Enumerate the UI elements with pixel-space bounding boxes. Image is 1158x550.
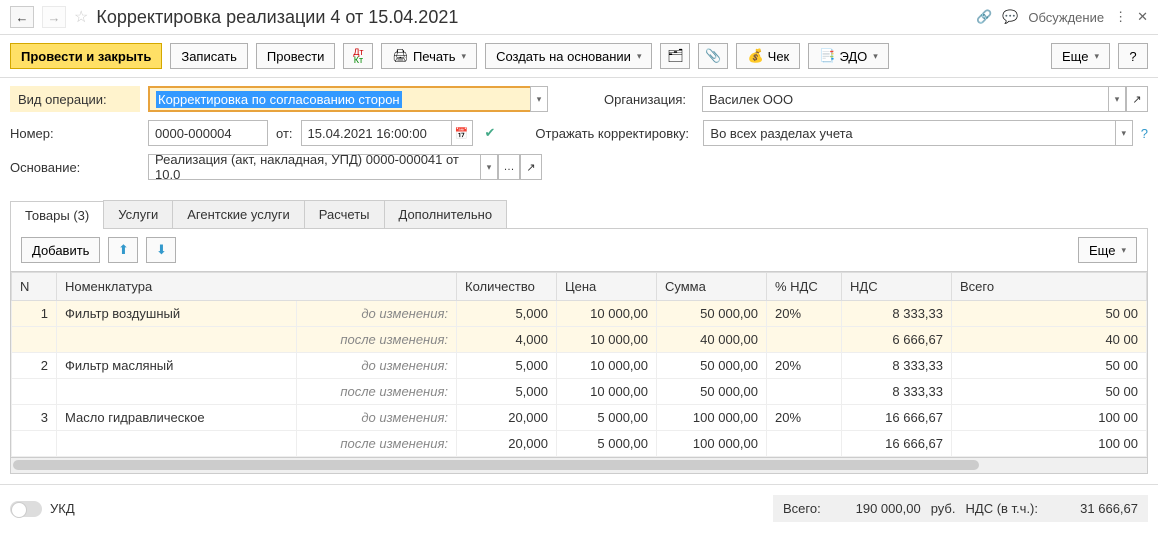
ukd-label: УКД: [50, 501, 75, 516]
more-menu-icon[interactable]: ⋮: [1114, 9, 1127, 25]
print-button[interactable]: 🖨 Печать ▾: [381, 43, 477, 69]
currency-label: руб.: [931, 501, 956, 516]
org-field[interactable]: Василек ООО: [702, 86, 1108, 112]
related-button[interactable]: 🗂: [660, 43, 690, 69]
status-ok-icon: ✔: [485, 125, 496, 141]
table-more-button[interactable]: Еще ▾: [1078, 237, 1137, 263]
col-qty[interactable]: Количество: [457, 273, 557, 301]
discuss-link[interactable]: Обсуждение: [1028, 10, 1104, 25]
tab-services[interactable]: Услуги: [103, 200, 173, 228]
col-n[interactable]: N: [12, 273, 57, 301]
favorite-star-icon[interactable]: ☆: [74, 7, 88, 27]
reflect-label: Отражать корректировку:: [535, 126, 695, 141]
date-field[interactable]: 15.04.2021 16:00:00: [301, 120, 451, 146]
from-label: от:: [276, 126, 293, 141]
page-title: Корректировка реализации 4 от 15.04.2021: [96, 7, 968, 28]
post-button[interactable]: Провести: [256, 43, 336, 69]
table-row[interactable]: после изменения:4,00010 000,0040 000,006…: [12, 327, 1147, 353]
tab-extra[interactable]: Дополнительно: [384, 200, 508, 228]
link-icon[interactable]: 🔗: [976, 9, 992, 25]
check-button[interactable]: 💰 Чек: [736, 43, 800, 69]
edo-button[interactable]: 📑 ЭДО ▾: [808, 43, 889, 69]
attach-button[interactable]: 📎: [698, 43, 728, 69]
calendar-button[interactable]: 📅: [451, 120, 473, 146]
col-price[interactable]: Цена: [557, 273, 657, 301]
basis-field[interactable]: Реализация (акт, накладная, УПД) 0000-00…: [148, 154, 480, 180]
stack-icon: 📑: [819, 48, 835, 64]
vat-total-label: НДС (в т.ч.):: [966, 501, 1039, 516]
printer-icon: 🖨: [392, 48, 409, 64]
col-item[interactable]: Номенклатура: [57, 273, 457, 301]
number-label: Номер:: [10, 126, 140, 141]
org-open-button[interactable]: ↗: [1126, 86, 1148, 112]
discuss-icon: 💬: [1002, 9, 1018, 25]
vat-total-value: 31 666,67: [1048, 501, 1138, 516]
basis-select-button[interactable]: …: [498, 154, 520, 180]
add-row-button[interactable]: Добавить: [21, 237, 100, 263]
nav-forward-button[interactable]: →: [42, 6, 66, 28]
reflect-field[interactable]: Во всех разделах учета: [703, 120, 1114, 146]
cash-icon: 💰: [747, 48, 763, 64]
basis-open-button[interactable]: ↗: [520, 154, 542, 180]
post-and-close-button[interactable]: Провести и закрыть: [10, 43, 162, 69]
org-label: Организация:: [604, 92, 694, 107]
close-icon[interactable]: ✕: [1137, 9, 1148, 25]
col-vat[interactable]: НДС: [842, 273, 952, 301]
tab-goods[interactable]: Товары (3): [10, 201, 104, 229]
col-sum[interactable]: Сумма: [657, 273, 767, 301]
reflect-help-icon[interactable]: ?: [1141, 126, 1148, 141]
ukd-toggle[interactable]: [10, 501, 42, 517]
table-row[interactable]: 3Масло гидравлическоедо изменения:20,000…: [12, 405, 1147, 431]
create-based-button[interactable]: Создать на основании ▾: [485, 43, 652, 69]
total-label: Всего:: [783, 501, 821, 516]
table-h-scrollbar[interactable]: [10, 458, 1148, 474]
op-type-label: Вид операции:: [10, 86, 140, 112]
dtkt-button[interactable]: ДтКт: [343, 43, 373, 69]
tab-calc[interactable]: Расчеты: [304, 200, 385, 228]
op-type-dropdown[interactable]: ▾: [530, 86, 548, 112]
move-up-button[interactable]: ⬆: [108, 237, 138, 263]
nav-back-button[interactable]: ←: [10, 6, 34, 28]
total-value: 190 000,00: [831, 501, 921, 516]
number-field[interactable]: 0000-000004: [148, 120, 268, 146]
table-row[interactable]: после изменения:5,00010 000,0050 000,008…: [12, 379, 1147, 405]
table-row[interactable]: после изменения:20,0005 000,00100 000,00…: [12, 431, 1147, 457]
table-row[interactable]: 1Фильтр воздушныйдо изменения:5,00010 00…: [12, 301, 1147, 327]
basis-label: Основание:: [10, 160, 140, 175]
org-dropdown[interactable]: ▾: [1108, 86, 1126, 112]
op-type-field[interactable]: Корректировка по согласованию сторон: [148, 86, 530, 112]
basis-dropdown[interactable]: ▾: [480, 154, 498, 180]
reflect-dropdown[interactable]: ▾: [1115, 120, 1133, 146]
tab-agent[interactable]: Агентские услуги: [172, 200, 305, 228]
goods-table: N Номенклатура Количество Цена Сумма % Н…: [11, 272, 1147, 457]
table-row[interactable]: 2Фильтр масляныйдо изменения:5,00010 000…: [12, 353, 1147, 379]
move-down-button[interactable]: ⬇: [146, 237, 176, 263]
col-total[interactable]: Всего: [952, 273, 1147, 301]
col-vat-pct[interactable]: % НДС: [767, 273, 842, 301]
save-button[interactable]: Записать: [170, 43, 248, 69]
more-button[interactable]: Еще ▾: [1051, 43, 1110, 69]
help-button[interactable]: ?: [1118, 43, 1148, 69]
